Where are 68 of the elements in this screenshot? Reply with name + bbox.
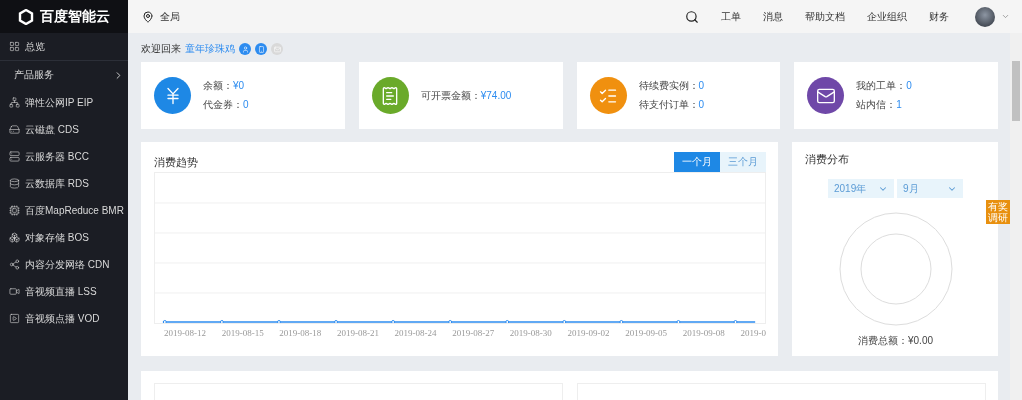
stat-value[interactable]: 1	[896, 99, 902, 110]
product-icon	[9, 313, 20, 324]
welcome-text: 欢迎回来	[141, 42, 181, 56]
axis-label: 2019-08-24	[394, 328, 437, 338]
nav-link[interactable]: 消息	[763, 9, 783, 24]
sidebar-item[interactable]: 云服务器 BCC	[0, 143, 128, 170]
product-icon	[9, 124, 20, 135]
axis-label: 2019-09-08	[682, 328, 725, 338]
stat-value[interactable]: ¥0	[233, 80, 245, 91]
sidebar-section[interactable]: 产品服务	[0, 60, 128, 89]
stat-label: 我的工单：	[856, 79, 907, 93]
axis-label: 2019-0	[740, 328, 766, 338]
verification-badge-icon[interactable]	[255, 43, 267, 55]
axis-label: 2019-09-02	[567, 328, 610, 338]
stat-label: 余额：	[203, 79, 233, 93]
sidebar-item[interactable]: 云磁盘 CDS	[0, 116, 128, 143]
brand-name: 百度智能云	[40, 7, 110, 26]
axis-label: 2019-08-15	[221, 328, 264, 338]
nav-link[interactable]: 财务	[929, 9, 949, 24]
panel-title: 消费分布	[805, 152, 850, 167]
avatar[interactable]	[975, 6, 995, 27]
stat-label: 站内信：	[856, 98, 897, 112]
panel-title: 消费趋势	[154, 154, 198, 170]
product-icon	[9, 151, 20, 162]
nav-link[interactable]: 帮助文档	[805, 9, 845, 24]
product-icon	[9, 232, 20, 243]
range-tab[interactable]: 一个月	[674, 152, 720, 172]
stat-value[interactable]: 0	[698, 80, 705, 91]
stat-value[interactable]: 0	[243, 99, 249, 110]
total-value: ¥0.00	[908, 335, 933, 346]
nav-link[interactable]: 工单	[721, 9, 741, 24]
axis-label: 2019-08-21	[336, 328, 379, 338]
stat-value[interactable]: 0	[698, 99, 705, 110]
sidebar-item[interactable]: 云数据库 RDS	[0, 170, 128, 197]
axis-label: 2019-08-27	[452, 328, 495, 338]
sidebar-item[interactable]: 音视频点播 VOD	[0, 305, 128, 332]
sidebar-item[interactable]: 内容分发网络 CDN	[0, 251, 128, 278]
product-icon	[9, 286, 20, 297]
sidebar-item[interactable]: 百度MapReduce BMR	[0, 197, 128, 224]
axis-label: 2019-08-30	[509, 328, 552, 338]
scrollbar[interactable]	[1010, 33, 1022, 400]
product-icon	[9, 205, 20, 216]
product-icon	[9, 97, 20, 108]
axis-label: 2019-08-12	[164, 328, 206, 338]
total-label: 消费总额：	[858, 335, 908, 346]
product-icon	[9, 259, 20, 270]
verification-badge-icon[interactable]	[239, 43, 251, 55]
stat-label: 可开票金额：	[420, 88, 481, 103]
stat-value[interactable]: 0	[906, 80, 912, 91]
chevron-icon[interactable]	[1001, 12, 1010, 21]
logo-icon	[18, 8, 34, 25]
stat-label: 待支付订单：	[638, 98, 699, 112]
axis-label: 2019-08-18	[279, 328, 322, 338]
sidebar-item[interactable]: 对象存储 BOS	[0, 224, 128, 251]
sidebar-item[interactable]: 音视频直播 LSS	[0, 278, 128, 305]
search-icon[interactable]	[685, 9, 699, 24]
location-pin-icon	[142, 10, 154, 23]
stat-label: 待续费实例：	[638, 79, 699, 93]
brand-logo[interactable]: 百度智能云	[0, 0, 128, 33]
region-selector[interactable]: 全局	[160, 9, 180, 24]
sidebar-item[interactable]: 总览	[0, 33, 128, 60]
product-icon	[9, 178, 20, 189]
stat-label: 代金券：	[203, 98, 243, 112]
axis-label: 2019-09-05	[625, 328, 668, 338]
sidebar-item[interactable]: 弹性公网IP EIP	[0, 89, 128, 116]
stat-value[interactable]: ¥74.00	[480, 89, 512, 101]
product-icon	[9, 41, 20, 52]
nav-link[interactable]: 企业组织	[867, 9, 907, 24]
